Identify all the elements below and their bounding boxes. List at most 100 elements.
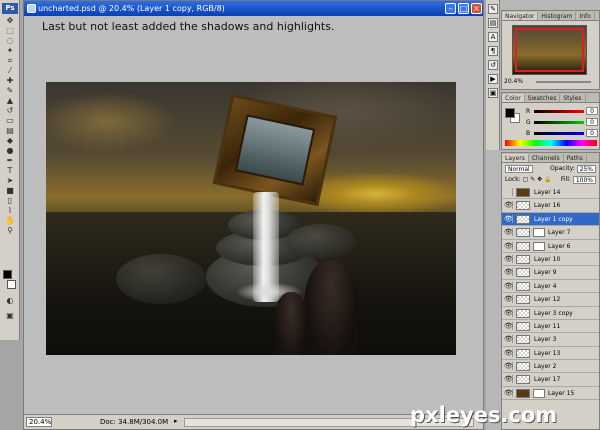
layer-row[interactable]: 👁 Layer 15 (502, 386, 599, 401)
tab-layers[interactable]: Layers (502, 154, 529, 162)
magic-wand-tool-icon[interactable]: ✦ (3, 46, 17, 55)
notes-tool-icon[interactable]: ▯ (3, 196, 17, 205)
quick-mask-icon[interactable]: ◐ (3, 296, 17, 305)
lock-icons[interactable]: ▢ ✎ ✥ 🔒 (523, 176, 552, 183)
tab-swatches[interactable]: Swatches (525, 94, 561, 102)
layer-row[interactable]: 👁 Layer 9 (502, 266, 599, 280)
zoom-tool-icon[interactable]: ⚲ (3, 226, 17, 235)
visibility-eye-icon[interactable]: 👁 (504, 241, 513, 250)
gradient-tool-icon[interactable]: ▤ (3, 126, 17, 135)
minimize-button[interactable]: – (445, 3, 456, 14)
marquee-tool-icon[interactable]: ⬚ (3, 26, 17, 35)
green-channel-value[interactable]: 0 (586, 118, 598, 126)
visibility-eye-icon[interactable]: 👁 (504, 321, 513, 330)
tab-info[interactable]: Info (576, 12, 595, 20)
layer-row[interactable]: 👁 Layer 6 (502, 239, 599, 253)
visibility-eye-icon[interactable]: 👁 (504, 308, 513, 317)
visibility-eye-icon[interactable]: 👁 (504, 201, 513, 210)
red-channel-value[interactable]: 0 (586, 107, 598, 115)
blur-tool-icon[interactable]: ◆ (3, 136, 17, 145)
blend-mode-select[interactable]: Normal (505, 164, 533, 173)
eyedropper-tool-icon[interactable]: ⌇ (3, 206, 17, 215)
layer-row[interactable]: Layer 14 (502, 186, 599, 200)
color-spectrum-bar[interactable] (505, 140, 597, 146)
visibility-eye-icon[interactable]: 👁 (504, 254, 513, 263)
actions-panel-icon[interactable]: ▶ (488, 74, 498, 84)
visibility-eye-icon[interactable]: 👁 (504, 375, 513, 384)
visibility-eye-icon[interactable]: 👁 (504, 348, 513, 357)
layer-row[interactable]: 👁 Layer 3 (502, 333, 599, 347)
close-button[interactable]: × (471, 3, 482, 14)
paragraph-panel-icon[interactable]: ¶ (488, 46, 498, 56)
maximize-button[interactable]: □ (458, 3, 469, 14)
slice-tool-icon[interactable]: ⁄ (3, 66, 17, 75)
blue-channel-value[interactable]: 0 (586, 129, 598, 137)
brush-tool-icon[interactable]: ✎ (3, 86, 17, 95)
history-brush-tool-icon[interactable]: ↺ (3, 106, 17, 115)
tab-paths[interactable]: Paths (564, 154, 587, 162)
visibility-eye-icon[interactable]: 👁 (504, 268, 513, 277)
layer-row[interactable]: 👁 Layer 2 (502, 360, 599, 374)
canvas-area[interactable]: Last but not least added the shadows and… (24, 16, 483, 414)
background-color-swatch[interactable] (7, 280, 16, 289)
visibility-eye-icon[interactable]: 👁 (504, 362, 513, 371)
healing-brush-tool-icon[interactable]: ✚ (3, 76, 17, 85)
crop-tool-icon[interactable]: ⌗ (3, 56, 17, 65)
green-channel-slider[interactable] (534, 121, 584, 124)
visibility-eye-icon[interactable]: 👁 (504, 228, 513, 237)
blue-channel-slider[interactable] (534, 132, 584, 135)
eraser-tool-icon[interactable]: ▭ (3, 116, 17, 125)
layer-mask-thumbnail[interactable] (533, 388, 545, 398)
color-foreground-swatch[interactable] (505, 108, 515, 118)
navigator-thumbnail[interactable] (512, 25, 587, 75)
opacity-field[interactable]: 25% (576, 164, 596, 173)
dodge-tool-icon[interactable]: ● (3, 146, 17, 155)
visibility-eye-icon[interactable] (504, 188, 513, 196)
lasso-tool-icon[interactable]: ◌ (3, 36, 17, 45)
shape-tool-icon[interactable]: ■ (3, 186, 17, 195)
path-selection-tool-icon[interactable]: ➤ (3, 176, 17, 185)
visibility-eye-icon[interactable]: 👁 (504, 295, 513, 304)
layer-row[interactable]: 👁 Layer 11 (502, 319, 599, 334)
move-tool-icon[interactable]: ✥ (3, 16, 17, 25)
document-title-bar[interactable]: uncharted.psd @ 20.4% (Layer 1 copy, RGB… (24, 1, 483, 16)
tab-color[interactable]: Color (502, 94, 525, 102)
navigator-zoom-value[interactable]: 20.4% (504, 78, 523, 85)
layer-row[interactable]: 👁 Layer 1 copy (502, 212, 599, 227)
clone-stamp-tool-icon[interactable]: ▲ (3, 96, 17, 105)
layer-row[interactable]: 👁 Layer 4 (502, 279, 599, 294)
navigator-zoom-slider[interactable] (536, 81, 591, 83)
layer-mask-thumbnail[interactable] (533, 241, 545, 251)
tool-presets-icon[interactable]: ▤ (488, 18, 498, 28)
status-menu-arrow-icon[interactable]: ▸ (174, 417, 178, 425)
tab-navigator[interactable]: Navigator (502, 12, 539, 20)
layer-row[interactable]: 👁 Layer 10 (502, 252, 599, 267)
artwork-canvas[interactable] (46, 82, 456, 355)
character-panel-icon[interactable]: A (488, 32, 498, 42)
navigator-view-box[interactable] (515, 28, 584, 72)
zoom-level-field[interactable]: 20.4% (26, 417, 52, 427)
layer-row[interactable]: 👁 Layer 3 copy (502, 306, 599, 320)
visibility-eye-icon[interactable]: 👁 (504, 335, 513, 344)
type-tool-icon[interactable]: T (3, 166, 17, 175)
tab-styles[interactable]: Styles (560, 94, 586, 102)
brushes-panel-icon[interactable]: ✎ (488, 4, 498, 14)
red-channel-slider[interactable] (534, 110, 584, 113)
fill-field[interactable]: 100% (572, 175, 596, 184)
foreground-color-swatch[interactable] (3, 270, 12, 279)
visibility-eye-icon[interactable]: 👁 (504, 388, 513, 397)
layer-row[interactable]: 👁 Layer 16 (502, 199, 599, 213)
layer-row[interactable]: 👁 Layer 12 (502, 293, 599, 307)
hand-tool-icon[interactable]: ✋ (3, 216, 17, 225)
history-panel-icon[interactable]: ↺ (488, 60, 498, 70)
visibility-eye-icon[interactable]: 👁 (504, 214, 513, 223)
layer-mask-thumbnail[interactable] (533, 228, 545, 238)
pen-tool-icon[interactable]: ✒ (3, 156, 17, 165)
layer-comps-icon[interactable]: ▣ (488, 88, 498, 98)
layer-row[interactable]: 👁 Layer 7 (502, 226, 599, 240)
tab-channels[interactable]: Channels (529, 154, 564, 162)
tab-histogram[interactable]: Histogram (538, 12, 577, 20)
layer-row[interactable]: 👁 Layer 13 (502, 346, 599, 361)
layer-row[interactable]: 👁 Layer 17 (502, 373, 599, 387)
screen-mode-icon[interactable]: ▣ (3, 311, 17, 320)
